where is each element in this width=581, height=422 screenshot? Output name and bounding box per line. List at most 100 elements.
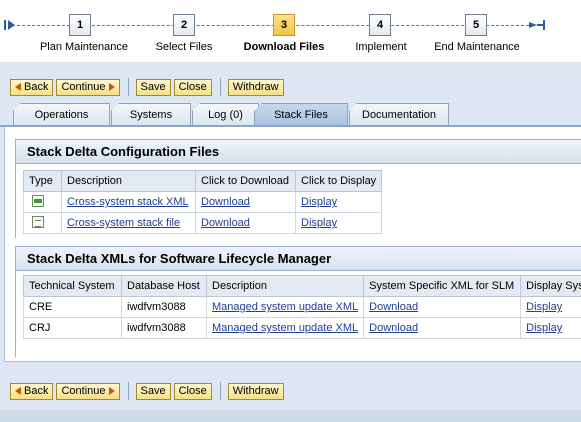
table-row: Cross-system stack file Download Display: [23, 212, 383, 234]
stack-delta-config-table: Type Description Click to Download Click…: [23, 170, 383, 234]
tab-documentation[interactable]: Documentation: [349, 103, 449, 126]
roadmap-step-1-label: Plan Maintenance: [39, 41, 129, 53]
arrow-right-icon: [108, 83, 115, 91]
column-header-display: Click to Display: [294, 170, 383, 192]
stack-delta-xmls-title: Stack Delta XMLs for Software Lifecycle …: [15, 246, 581, 271]
continue-button[interactable]: Continue: [56, 382, 120, 400]
type-cell: [23, 191, 62, 213]
back-button[interactable]: Back: [10, 382, 54, 400]
technical-system-cell: CRJ: [23, 317, 122, 339]
download-cell: Download: [363, 317, 522, 339]
display-cell: Display: [294, 212, 383, 234]
column-header-database-host: Database Host: [121, 275, 207, 297]
text-file-icon: [32, 215, 44, 228]
top-toolbar: Back Continue Save Close Withdraw: [0, 68, 581, 106]
arrow-left-icon: [15, 387, 21, 395]
column-header-description: Description: [205, 275, 365, 297]
toolbar-separator: [127, 78, 129, 96]
roadmap-start-icon: [4, 20, 15, 30]
save-button[interactable]: Save: [135, 382, 171, 400]
close-button[interactable]: Close: [173, 78, 212, 96]
managed-system-update-xml-link[interactable]: Managed system update XML: [212, 322, 358, 334]
withdraw-button[interactable]: Withdraw: [227, 382, 284, 400]
maintenance-roadmap: 1 2 3 4 5 Plan Maintenance Select Files …: [0, 0, 581, 62]
column-header-display-system: Display Syst: [520, 275, 581, 297]
roadmap-step-2-label: Select Files: [155, 41, 213, 53]
save-button[interactable]: Save: [135, 78, 171, 96]
roadmap-step-2[interactable]: 2: [173, 14, 195, 36]
toolbar-separator: [219, 382, 221, 400]
table-header-row: Technical System Database Host Descripti…: [23, 275, 581, 297]
stack-delta-config-title: Stack Delta Configuration Files: [15, 139, 581, 164]
database-host-cell: iwdfvm3088: [121, 296, 207, 318]
back-button[interactable]: Back: [10, 78, 54, 96]
display-cell: Display: [520, 317, 581, 339]
cross-system-stack-xml-link[interactable]: Cross-system stack XML: [67, 196, 189, 208]
table-row: Cross-system stack XML Download Display: [23, 191, 383, 213]
cross-system-stack-file-link[interactable]: Cross-system stack file: [67, 217, 180, 229]
stack-files-panel: Stack Delta Configuration Files Type Des…: [4, 127, 581, 362]
table-header-row: Type Description Click to Download Click…: [23, 170, 383, 192]
column-header-technical-system: Technical System: [23, 275, 122, 297]
withdraw-button[interactable]: Withdraw: [227, 78, 284, 96]
column-header-description: Description: [61, 170, 196, 192]
tab-strip: Operations Systems Log (0) Stack Files D…: [0, 103, 581, 127]
roadmap-step-1[interactable]: 1: [69, 14, 91, 36]
continue-button-label: Continue: [61, 384, 106, 397]
stack-delta-xmls-group: Stack Delta XMLs for Software Lifecycle …: [15, 246, 581, 357]
description-cell: Managed system update XML: [205, 296, 365, 318]
toolbar-separator: [219, 78, 221, 96]
database-host-cell: iwdfvm3088: [121, 317, 207, 339]
bottom-bar: [0, 410, 581, 422]
download-cell: Download: [363, 296, 522, 318]
roadmap-end-icon: [529, 20, 545, 30]
display-cell: Display: [520, 296, 581, 318]
column-header-download: Click to Download: [195, 170, 296, 192]
download-cell: Download: [195, 212, 296, 234]
stack-delta-config-group: Stack Delta Configuration Files Type Des…: [15, 139, 581, 238]
back-button-label: Back: [24, 80, 49, 93]
tab-systems[interactable]: Systems: [111, 103, 191, 126]
roadmap-step-5[interactable]: 5: [465, 14, 487, 36]
display-link[interactable]: Display: [526, 322, 562, 334]
arrow-right-icon: [108, 387, 115, 395]
download-link[interactable]: Download: [369, 301, 418, 313]
toolbar-separator: [127, 382, 129, 400]
technical-system-cell: CRE: [23, 296, 122, 318]
roadmap-step-4[interactable]: 4: [369, 14, 391, 36]
roadmap-step-4-label: Implement: [355, 41, 407, 53]
table-row: CRJ iwdfvm3088 Managed system update XML…: [23, 317, 581, 339]
roadmap-step-5-label: End Maintenance: [434, 41, 520, 53]
roadmap-step-3-label: Download Files: [243, 41, 325, 53]
column-header-system-specific-xml: System Specific XML for SLM: [363, 275, 522, 297]
description-cell: Managed system update XML: [205, 317, 365, 339]
stack-delta-config-body: Type Description Click to Download Click…: [15, 164, 581, 238]
close-button[interactable]: Close: [173, 382, 212, 400]
continue-button[interactable]: Continue: [56, 78, 120, 96]
description-cell: Cross-system stack XML: [61, 191, 196, 213]
bottom-toolbar: Back Continue Save Close Withdraw: [0, 372, 581, 410]
download-link[interactable]: Download: [369, 322, 418, 334]
download-link[interactable]: Download: [201, 196, 250, 208]
download-cell: Download: [195, 191, 296, 213]
continue-button-label: Continue: [61, 80, 106, 93]
arrow-left-icon: [15, 83, 21, 91]
tab-operations[interactable]: Operations: [13, 103, 110, 126]
description-cell: Cross-system stack file: [61, 212, 196, 234]
back-button-label: Back: [24, 384, 49, 397]
managed-system-update-xml-link[interactable]: Managed system update XML: [212, 301, 358, 313]
stack-delta-xmls-table: Technical System Database Host Descripti…: [23, 275, 581, 339]
column-header-type: Type: [23, 170, 62, 192]
display-link[interactable]: Display: [301, 196, 337, 208]
display-link[interactable]: Display: [301, 217, 337, 229]
stack-delta-xmls-body: Technical System Database Host Descripti…: [15, 271, 581, 357]
xml-file-icon: [32, 194, 44, 207]
display-link[interactable]: Display: [526, 301, 562, 313]
table-row: CRE iwdfvm3088 Managed system update XML…: [23, 296, 581, 318]
roadmap-step-3[interactable]: 3: [273, 14, 295, 36]
download-link[interactable]: Download: [201, 217, 250, 229]
type-cell: [23, 212, 62, 234]
display-cell: Display: [294, 191, 383, 213]
tab-log[interactable]: Log (0): [192, 103, 259, 126]
tab-stack-files[interactable]: Stack Files: [254, 103, 348, 126]
